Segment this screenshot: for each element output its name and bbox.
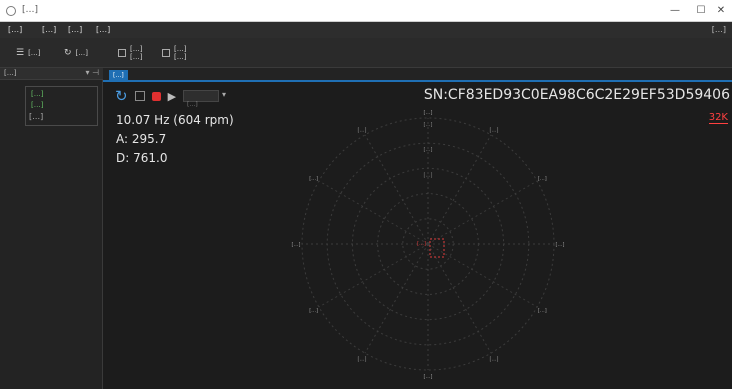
- polar-plot: […] […] […] […] […] […] […] […] […] […] […] […] […] […: [273, 108, 583, 389]
- device-icons[interactable]: […]: [29, 112, 43, 121]
- multi-phase-label-line1: […]: [174, 45, 187, 53]
- polar-angle-label: […]: [292, 242, 301, 248]
- listen-label: […]: [28, 49, 41, 57]
- mode-dropdown-value: […]: [187, 101, 198, 108]
- app-icon: [6, 6, 16, 16]
- maximize-button[interactable]: ☐: [690, 3, 712, 19]
- listen-button[interactable]: ☰ […]: [16, 43, 41, 63]
- controls-row: ↻ ▶ […] ▾: [115, 87, 226, 108]
- play-icon[interactable]: ▶: [168, 90, 176, 103]
- polar-center-label: […]: [417, 241, 426, 247]
- polar-spoke-2: [427, 180, 538, 245]
- polar-ring-label: […]: [424, 147, 433, 153]
- sidebar-header: […] ▾ ⊣: [0, 68, 103, 80]
- polar-ring-label: […]: [424, 172, 433, 178]
- multi-phase-label-line2: […]: [174, 53, 187, 61]
- refresh-label: […]: [75, 49, 89, 57]
- refresh-button[interactable]: ↻ […]: [64, 43, 88, 63]
- direction-readout: D: 761.0: [116, 151, 168, 165]
- polar-ring-label: […]: [424, 122, 433, 128]
- account-label[interactable]: […]: [712, 24, 726, 36]
- map-editor-toggle[interactable]: […] […]: [118, 43, 142, 63]
- checkbox-icon[interactable]: [134, 91, 145, 101]
- polar-spoke-1: [427, 134, 492, 245]
- map-editor-label-line1: […]: [130, 45, 143, 53]
- polar-spoke-8: [318, 243, 429, 308]
- polar-angle-label: […]: [556, 242, 565, 248]
- map-editor-label-line2: […]: [130, 53, 143, 61]
- polar-angle-label: […]: [424, 374, 433, 380]
- polar-marker: [429, 238, 445, 258]
- frequency-readout: 10.07 Hz (604 rpm): [116, 113, 234, 127]
- device-status: […]: [31, 101, 44, 109]
- polar-plot-svg: […] […] […] […] […] […] […] […] […] […] […] […] […] […: [292, 110, 565, 380]
- polar-angle-label: […]: [490, 128, 499, 134]
- map-editor-label: […] […]: [130, 45, 142, 61]
- close-button[interactable]: ✕: [710, 3, 732, 19]
- polar-angle-label: […]: [309, 176, 318, 182]
- multi-phase-label: […] […]: [174, 45, 186, 61]
- polar-angle-label: […]: [424, 110, 433, 116]
- polar-spoke-7: [364, 243, 429, 354]
- checkbox-icon: [162, 49, 170, 57]
- main-panel: […] ↻ ▶ […] ▾ SN:CF83ED93C0EA98C6C2E29EF…: [103, 68, 732, 389]
- window-title: […]: [22, 5, 39, 15]
- polar-spoke-5: [427, 243, 492, 354]
- toolbar: ☰ […] ↻ […] […] […] […] […]: [0, 38, 732, 68]
- title-bar: […] — ☐ ✕: [0, 0, 732, 22]
- chevron-down-icon: ▾: [222, 90, 227, 99]
- polar-spoke-11: [364, 134, 429, 245]
- menu-file[interactable]: […]: [8, 24, 22, 36]
- refresh-icon[interactable]: ↻: [115, 88, 128, 104]
- menu-icon: ☰: [16, 48, 25, 58]
- menu-view[interactable]: […]: [42, 24, 56, 36]
- tab-strip: […]: [103, 68, 732, 82]
- polar-angle-label: […]: [358, 356, 367, 362]
- polar-spoke-10: [318, 180, 429, 245]
- device-card[interactable]: […] […] […]: [25, 86, 98, 126]
- tab-device[interactable]: […]: [109, 70, 128, 82]
- record-icon[interactable]: [151, 91, 161, 101]
- sidebar: […] ▾ ⊣ […] […] […]: [0, 68, 103, 389]
- pin-icon[interactable]: ▾ ⊣: [85, 68, 99, 77]
- polar-angle-label: […]: [538, 308, 547, 314]
- polar-angle-label: […]: [358, 128, 367, 134]
- serial-number: SN:CF83ED93C0EA98C6C2E29EF53D59406: [423, 87, 730, 103]
- refresh-icon: ↻: [64, 48, 72, 58]
- amplitude-readout: A: 295.7: [116, 132, 167, 146]
- sidebar-title: […]: [4, 69, 17, 77]
- mode-dropdown[interactable]: […] ▾: [183, 90, 226, 108]
- menu-help[interactable]: […]: [96, 24, 110, 36]
- minimize-button[interactable]: —: [664, 3, 686, 19]
- device-address: […]: [31, 90, 44, 98]
- multi-phase-map-editor-toggle[interactable]: […] […]: [162, 43, 186, 63]
- polar-angle-label: […]: [538, 176, 547, 182]
- polar-angle-label: […]: [490, 356, 499, 362]
- checkbox-icon: [118, 49, 126, 57]
- polar-angle-label: […]: [309, 308, 318, 314]
- menu-bar: […] […] […] […] […]: [0, 22, 732, 38]
- menu-tool[interactable]: […]: [68, 24, 82, 36]
- sample-rate-badge: 32K: [708, 112, 728, 124]
